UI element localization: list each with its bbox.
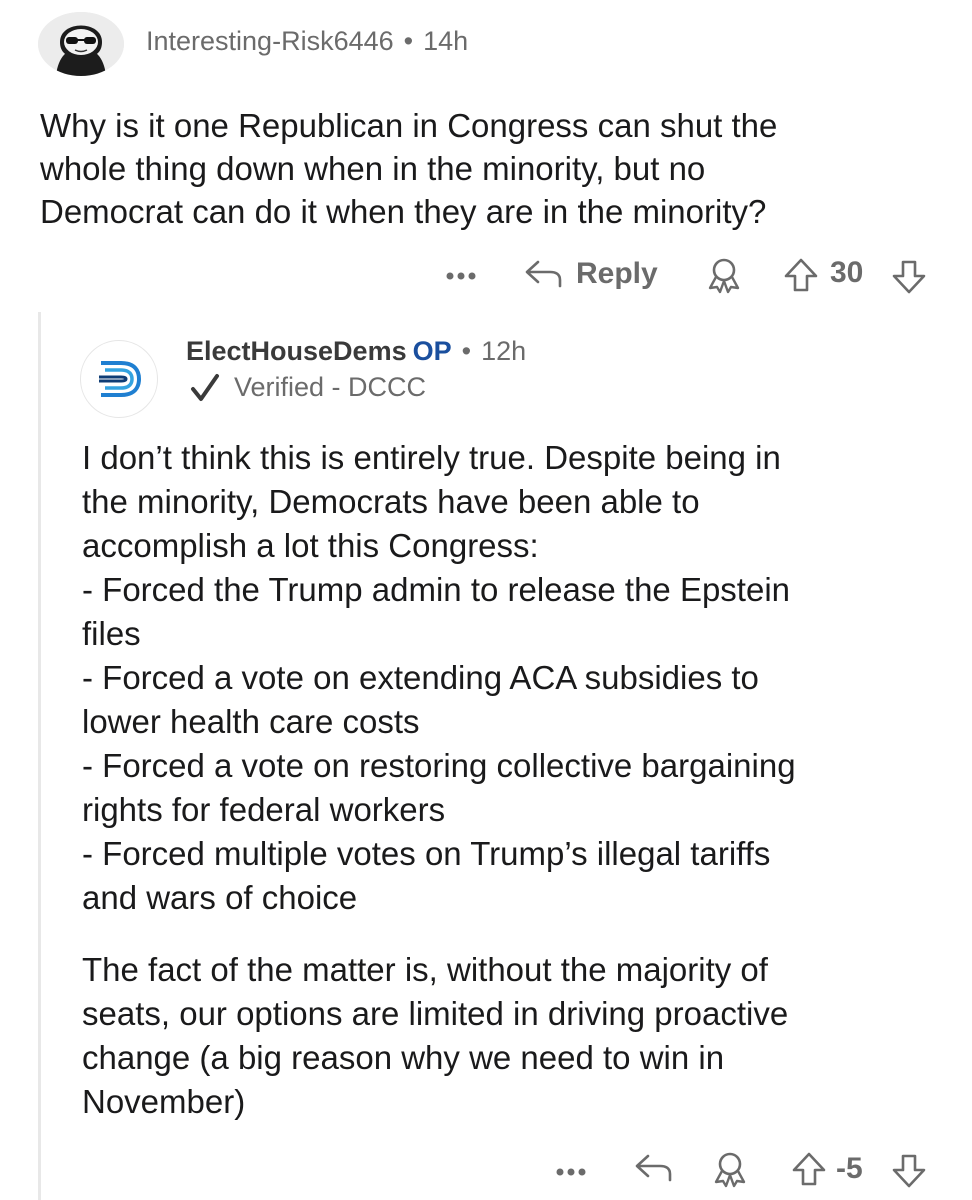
award-icon[interactable] (710, 1150, 750, 1188)
reply-body: I don’t think this is entirely true. Des… (82, 436, 942, 1124)
vote-score: -5 (836, 1152, 863, 1185)
verified-label: Verified - DCCC (234, 372, 427, 402)
reply-line: change (a big reason why we need to win … (82, 1039, 725, 1076)
comment-header: Interesting-Risk6446 • 14h (146, 26, 468, 57)
reply-avatar[interactable] (80, 340, 158, 418)
vote-score: 30 (830, 256, 864, 289)
reply-time: 12h (481, 336, 527, 366)
reply-line: The fact of the matter is, without the m… (82, 951, 768, 988)
comment-time: 14h (423, 26, 469, 56)
upvote-icon[interactable] (790, 1150, 828, 1188)
comment-line: whole thing down when in the minority, b… (40, 150, 706, 187)
op-badge: OP (412, 336, 452, 366)
user-avatar[interactable] (38, 12, 124, 76)
reply-line: I don’t think this is entirely true. Des… (82, 439, 781, 476)
separator-dot: • (461, 336, 472, 366)
reply-actions: -5 (540, 1144, 960, 1194)
reply-author[interactable]: ElectHouseDems (186, 336, 407, 366)
award-icon[interactable] (704, 256, 744, 294)
more-options-icon[interactable] (444, 260, 478, 290)
comment-line: Democrat can do it when they are in the … (40, 193, 767, 230)
more-options-icon[interactable] (554, 1156, 588, 1186)
reply-arrow-icon (635, 1154, 672, 1182)
verified-row: Verified - DCCC (190, 372, 426, 403)
comment-actions: Reply 30 (440, 250, 940, 300)
reply-line: and wars of choice (82, 879, 358, 916)
reply-label: Reply (576, 257, 658, 290)
reply-line: - Forced the Trump admin to release the … (82, 571, 791, 608)
reply-line: rights for federal workers (82, 791, 446, 828)
comment-body: Why is it one Republican in Congress can… (40, 104, 940, 233)
downvote-icon[interactable] (890, 1152, 928, 1190)
comment-author[interactable]: Interesting-Risk6446 (146, 26, 394, 56)
reply-button[interactable]: Reply (520, 256, 658, 292)
reply-line: files (82, 615, 141, 652)
reply-line: accomplish a lot this Congress: (82, 527, 539, 564)
reply-line: - Forced a vote on restoring collective … (82, 747, 796, 784)
reply-line: the minority, Democrats have been able t… (82, 483, 700, 520)
upvote-icon[interactable] (782, 256, 820, 294)
reply-line: lower health care costs (82, 703, 420, 740)
dccc-logo-icon (99, 361, 142, 397)
reply-line: seats, our options are limited in drivin… (82, 995, 789, 1032)
reply-line: - Forced a vote on extending ACA subsidi… (82, 659, 759, 696)
reply-header: ElectHouseDems OP • 12h (186, 336, 526, 367)
reply-arrow-icon (525, 260, 562, 288)
reply-button[interactable] (630, 1150, 676, 1186)
comment-line: Why is it one Republican in Congress can… (40, 107, 778, 144)
thread-line[interactable] (38, 312, 41, 1200)
separator-dot: • (403, 26, 414, 56)
reply-line: November) (82, 1083, 246, 1120)
downvote-icon[interactable] (890, 258, 928, 296)
reply-line: - Forced multiple votes on Trump’s illeg… (82, 835, 771, 872)
checkmark-icon (191, 373, 219, 401)
